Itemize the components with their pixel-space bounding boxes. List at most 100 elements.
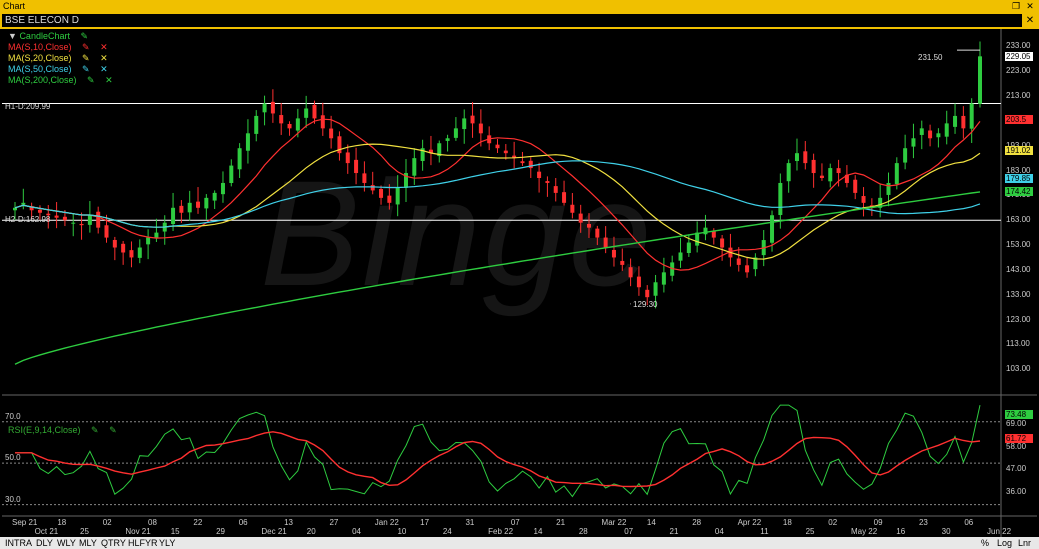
- time-tick-label: 02: [102, 518, 112, 527]
- edit-pencil-icon[interactable]: ✎: [80, 31, 88, 41]
- linear-toggle[interactable]: Lnr: [1018, 537, 1031, 549]
- candle-body: [304, 108, 309, 118]
- edit-pencil-icon[interactable]: ✎: [82, 53, 90, 63]
- tab-hlfyr[interactable]: HLFYR: [128, 537, 158, 549]
- candle-body: [836, 168, 841, 174]
- candle-body: [379, 188, 384, 198]
- price-tick-label: 233.00: [1006, 41, 1031, 51]
- time-tick-label: 18: [57, 518, 67, 527]
- price-chart[interactable]: [2, 29, 1037, 537]
- legend-label: MA(S,200,Close): [8, 75, 77, 85]
- candle-body: [21, 202, 26, 205]
- candle-body: [911, 138, 916, 147]
- time-tick-label: 20: [306, 527, 316, 536]
- candle-body: [936, 133, 941, 138]
- candle-body: [537, 171, 542, 178]
- candle-body: [13, 207, 17, 211]
- hline-label-h2: H2-D:162.98: [5, 215, 51, 224]
- close-icon[interactable]: ✕: [1025, 1, 1035, 11]
- candle-body: [653, 282, 658, 296]
- remove-icon[interactable]: ✕: [100, 42, 108, 52]
- candle-body: [503, 150, 508, 154]
- edit-pencil-icon[interactable]: ✎: [82, 42, 90, 52]
- legend-candlechart[interactable]: ▼ CandleChart ✎: [8, 31, 88, 42]
- log-toggle[interactable]: Log: [997, 537, 1012, 549]
- candle-body: [786, 163, 791, 182]
- remove-icon[interactable]: ✕: [100, 64, 108, 74]
- legend-triangle[interactable]: ▼: [8, 31, 17, 41]
- time-tick-label: 18: [782, 518, 792, 527]
- time-tick-label: 10: [397, 527, 407, 536]
- time-tick-label: 15: [170, 527, 180, 536]
- time-tick-label: 21: [556, 518, 566, 527]
- price-tick-label: 143.00: [1006, 264, 1031, 274]
- low-annotation: 129.30: [633, 300, 658, 309]
- remove-icon[interactable]: ✕: [105, 75, 113, 85]
- candle-body: [636, 276, 641, 288]
- candle-body: [695, 232, 700, 246]
- candle-body: [969, 103, 974, 129]
- rsi-legend[interactable]: RSI(E,9,14,Close) ✎ ✎: [8, 425, 117, 436]
- candle-body: [528, 160, 533, 169]
- candle-body: [262, 103, 267, 113]
- candle-body: [270, 101, 275, 114]
- candle-body: [287, 123, 292, 129]
- candle-body: [37, 209, 42, 213]
- time-tick-label: 17: [420, 518, 430, 527]
- percent-toggle[interactable]: %: [981, 537, 989, 549]
- ma20-line: [14, 143, 981, 260]
- candle-body: [462, 118, 467, 130]
- candle-body: [54, 215, 59, 218]
- tab-qtry[interactable]: QTRY: [101, 537, 126, 549]
- tab-yly[interactable]: YLY: [159, 537, 175, 549]
- candle-body: [137, 247, 142, 258]
- time-tick-label: 07: [624, 527, 634, 536]
- time-tick-label: Nov 21: [125, 527, 151, 536]
- edit-pencil-icon[interactable]: ✎: [87, 75, 95, 85]
- price-tick-label: 113.00: [1006, 339, 1030, 349]
- candle-body: [387, 195, 392, 203]
- price-tick-label: 153.00: [1006, 240, 1031, 250]
- chart-close-icon[interactable]: ✕: [1024, 14, 1036, 27]
- legend-ma10[interactable]: MA(S,10,Close) ✎ ✕: [8, 42, 108, 53]
- symbol-input[interactable]: BSE ELECON D: [2, 14, 1022, 27]
- candle-body: [121, 243, 126, 253]
- candle-body: [254, 115, 259, 134]
- candle-body: [295, 118, 300, 131]
- tab-mly[interactable]: MLY: [79, 537, 97, 549]
- remove-icon[interactable]: ✕: [100, 53, 108, 63]
- candle-body: [978, 56, 982, 104]
- tab-dly[interactable]: DLY: [36, 537, 53, 549]
- rsi-label: RSI(E,9,14,Close): [8, 425, 81, 435]
- candle-body: [329, 128, 334, 139]
- price-badge: 179.85: [1005, 173, 1033, 183]
- edit-pencil-icon[interactable]: ✎: [82, 64, 90, 74]
- candle-body: [570, 204, 575, 213]
- restore-icon[interactable]: ❐: [1011, 1, 1021, 11]
- legend-ma200[interactable]: MA(S,200,Close) ✎ ✕: [8, 75, 113, 86]
- candle-body: [112, 239, 117, 248]
- legend-ma50[interactable]: MA(S,50,Close) ✎ ✕: [8, 64, 108, 75]
- edit-pencil-icon[interactable]: ✎: [91, 425, 99, 435]
- candle-body: [412, 158, 417, 176]
- candle-body: [129, 250, 134, 258]
- price-tick-label: 213.00: [1006, 91, 1031, 101]
- price-tick-label: 133.00: [1006, 289, 1031, 299]
- time-tick-label: 06: [238, 518, 248, 527]
- time-tick-label: 22: [193, 518, 203, 527]
- tab-intra[interactable]: INTRA: [5, 537, 32, 549]
- candle-body: [953, 115, 958, 127]
- time-tick-label: 29: [216, 527, 225, 536]
- candle-body: [819, 175, 824, 178]
- rsi-badge: 61.72: [1005, 434, 1033, 444]
- candle-body: [96, 211, 101, 228]
- legend-label: MA(S,50,Close): [8, 64, 72, 74]
- candle-body: [736, 258, 741, 265]
- tab-wly[interactable]: WLY: [57, 537, 76, 549]
- legend-ma20[interactable]: MA(S,20,Close) ✎ ✕: [8, 53, 108, 64]
- time-tick-label: Apr 22: [737, 518, 762, 527]
- candle-body: [453, 128, 458, 138]
- candle-body: [886, 182, 891, 195]
- edit-pencil-icon[interactable]: ✎: [109, 425, 117, 435]
- chart-area[interactable]: Binge ▼ CandleChart ✎ MA(S,10,Close) ✎ ✕…: [2, 29, 1037, 537]
